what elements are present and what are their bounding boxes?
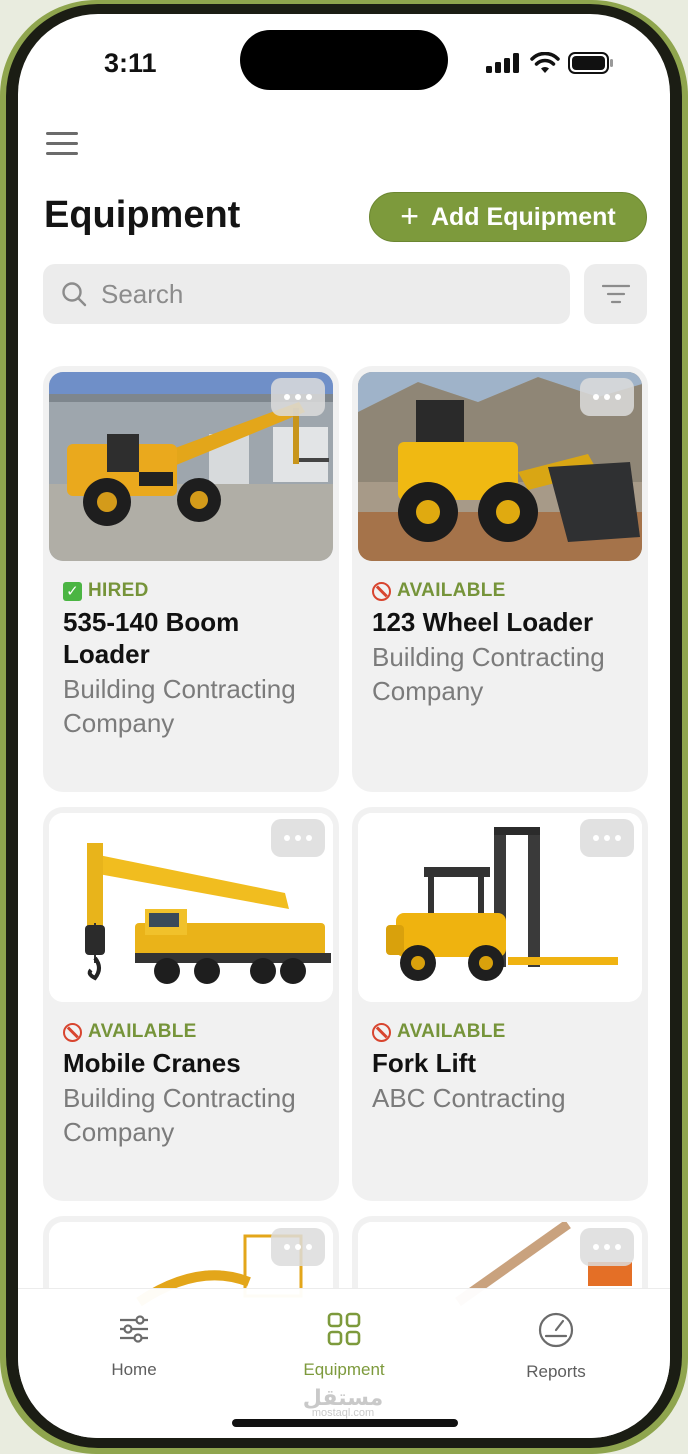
home-indicator[interactable]: [232, 1419, 458, 1427]
signal-icon: [486, 53, 519, 73]
search-icon: [62, 282, 87, 307]
tab-equipment-label: Equipment: [303, 1360, 385, 1379]
tab-equipment[interactable]: Equipment: [264, 1311, 424, 1380]
sliders-icon: [120, 1315, 148, 1343]
equipment-name: 535-140 Boom Loader: [63, 607, 240, 669]
bottom-tab-bar: Home Equipment Reports مستقل mostaql.com: [18, 1288, 670, 1438]
add-equipment-label: Add Equipment: [430, 202, 616, 231]
status-badge: ✓ HIRED: [63, 580, 325, 602]
equipment-card[interactable]: AVAILABLE Mobile Cranes Building Contrac…: [43, 807, 339, 1201]
equipment-card[interactable]: ✓ HIRED 535-140 Boom Loader Building Con…: [43, 366, 339, 792]
more-options-button[interactable]: [580, 1228, 634, 1266]
prohibited-icon: [63, 1022, 82, 1042]
app-screen: 3:11 Equipment + Add Equipment Search ✓ …: [18, 14, 670, 1438]
plus-icon: +: [400, 197, 419, 234]
status-icons: [486, 52, 614, 74]
equipment-name: 123 Wheel Loader: [372, 607, 594, 637]
status-badge: AVAILABLE: [63, 1021, 325, 1043]
equipment-card[interactable]: AVAILABLE Fork Lift ABC Contracting: [352, 807, 648, 1201]
search-input[interactable]: [101, 278, 521, 310]
watermark: مستقل mostaql.com: [288, 1385, 398, 1419]
wifi-icon: [530, 52, 560, 73]
status-text: AVAILABLE: [397, 1021, 506, 1042]
gauge-icon: [538, 1312, 574, 1348]
more-options-button[interactable]: [271, 819, 325, 857]
equipment-name: Mobile Cranes: [63, 1048, 241, 1078]
status-badge: AVAILABLE: [372, 1021, 634, 1043]
page-title: Equipment: [44, 194, 241, 236]
filter-icon: [601, 284, 630, 304]
status-badge: AVAILABLE: [372, 580, 634, 602]
search-bar: [43, 264, 570, 324]
status-text: AVAILABLE: [397, 580, 506, 601]
equipment-company: Building Contracting Company: [63, 1083, 296, 1147]
more-options-button[interactable]: [580, 378, 634, 416]
tab-home-label: Home: [111, 1360, 157, 1379]
more-options-button[interactable]: [580, 819, 634, 857]
tab-reports[interactable]: Reports: [476, 1311, 636, 1382]
filter-button[interactable]: [584, 264, 647, 324]
add-equipment-button[interactable]: + Add Equipment: [369, 192, 647, 242]
prohibited-icon: [372, 581, 391, 601]
check-box-icon: ✓: [63, 581, 82, 601]
equipment-company: Building Contracting Company: [372, 642, 605, 706]
tab-reports-label: Reports: [526, 1362, 586, 1381]
more-options-button[interactable]: [271, 1228, 325, 1266]
equipment-name: Fork Lift: [372, 1048, 476, 1078]
status-text: AVAILABLE: [88, 1021, 197, 1042]
dynamic-island: [240, 30, 448, 90]
status-time: 3:11: [104, 48, 157, 78]
equipment-company: ABC Contracting: [372, 1083, 566, 1113]
equipment-company: Building Contracting Company: [63, 674, 296, 738]
more-options-button[interactable]: [271, 378, 325, 416]
equipment-card[interactable]: AVAILABLE 123 Wheel Loader Building Cont…: [352, 366, 648, 792]
battery-icon: [568, 52, 613, 74]
grid-icon: [327, 1312, 361, 1346]
tab-home[interactable]: Home: [54, 1311, 214, 1380]
prohibited-icon: [372, 1022, 391, 1042]
status-text: HIRED: [88, 580, 149, 601]
hamburger-icon[interactable]: [46, 132, 80, 156]
